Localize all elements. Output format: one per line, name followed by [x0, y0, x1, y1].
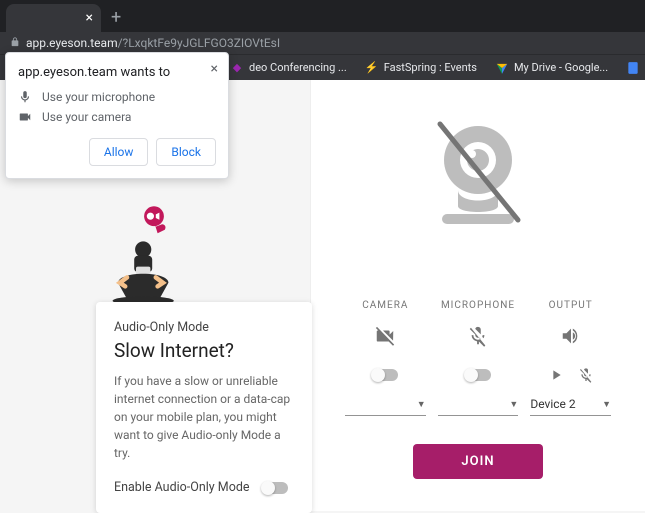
- camera-off-icon: [374, 325, 396, 347]
- permission-mic-row: Use your microphone: [18, 90, 216, 104]
- bookmark-icon: ◆: [230, 61, 244, 75]
- device-panel: CAMERA MICROPHONE OUTPUT ▼ ▼ Device 2▼ J…: [310, 80, 645, 511]
- toggle-label: Enable Audio-Only Mode: [114, 480, 250, 495]
- play-icon[interactable]: [548, 367, 564, 383]
- join-button[interactable]: JOIN: [413, 444, 542, 479]
- audio-only-toggle[interactable]: [262, 482, 288, 494]
- card-body: If you have a slow or unreliable interne…: [114, 372, 294, 462]
- bookmark-item[interactable]: My Drive - Google...: [495, 61, 608, 75]
- permission-cam-row: Use your camera: [18, 110, 216, 124]
- url-path: /?LxqktFe9yJGLFGO3ZIOVtEsI: [118, 36, 281, 50]
- microphone-header: MICROPHONE: [432, 300, 525, 311]
- bookmark-item[interactable]: ⚡FastSpring : Events: [365, 61, 477, 75]
- allow-button[interactable]: Allow: [89, 138, 149, 166]
- output-header: OUTPUT: [524, 300, 617, 311]
- person-illustration: [100, 200, 190, 308]
- camera-icon: [18, 110, 32, 124]
- bookmark-item[interactable]: ◆deo Conferencing ...: [230, 61, 347, 75]
- lock-icon: [10, 37, 20, 50]
- chevron-down-icon: ▼: [509, 399, 518, 410]
- browser-tab-bar: × +: [0, 0, 645, 32]
- url-bar[interactable]: app.eyeson.team/?LxqktFe9yJGLFGO3ZIOVtEs…: [0, 32, 645, 54]
- bookmark-icon: [626, 61, 640, 75]
- camera-header: CAMERA: [339, 300, 432, 311]
- permission-title: app.eyeson.team wants to: [18, 65, 216, 80]
- mic-off-small-icon[interactable]: [578, 367, 594, 383]
- microphone-icon: [18, 90, 32, 104]
- card-label: Audio-Only Mode: [114, 320, 294, 335]
- output-select[interactable]: Device 2▼: [530, 393, 611, 416]
- chevron-down-icon: ▼: [602, 399, 611, 410]
- audio-only-card: Audio-Only Mode Slow Internet? If you ha…: [96, 302, 312, 513]
- block-button[interactable]: Block: [156, 138, 216, 166]
- chevron-down-icon: ▼: [417, 399, 426, 410]
- camera-select[interactable]: ▼: [345, 393, 426, 416]
- url-host: app.eyeson.team: [26, 36, 118, 50]
- close-tab-icon[interactable]: ×: [86, 10, 93, 26]
- microphone-toggle[interactable]: [465, 369, 491, 381]
- bookmark-icon: [495, 61, 509, 75]
- bookmark-item[interactable]: Technical & API qu...: [626, 61, 645, 75]
- mic-off-icon: [467, 325, 489, 347]
- close-icon[interactable]: ×: [211, 61, 218, 77]
- new-tab-button[interactable]: +: [101, 7, 131, 32]
- microphone-select[interactable]: ▼: [438, 393, 519, 416]
- permission-prompt: × app.eyeson.team wants to Use your micr…: [5, 52, 229, 179]
- browser-tab[interactable]: ×: [6, 4, 101, 32]
- bookmark-icon: ⚡: [365, 61, 379, 75]
- speaker-icon: [560, 325, 582, 347]
- webcam-disabled-illustration: [311, 110, 645, 240]
- camera-toggle[interactable]: [372, 369, 398, 381]
- card-title: Slow Internet?: [114, 339, 294, 362]
